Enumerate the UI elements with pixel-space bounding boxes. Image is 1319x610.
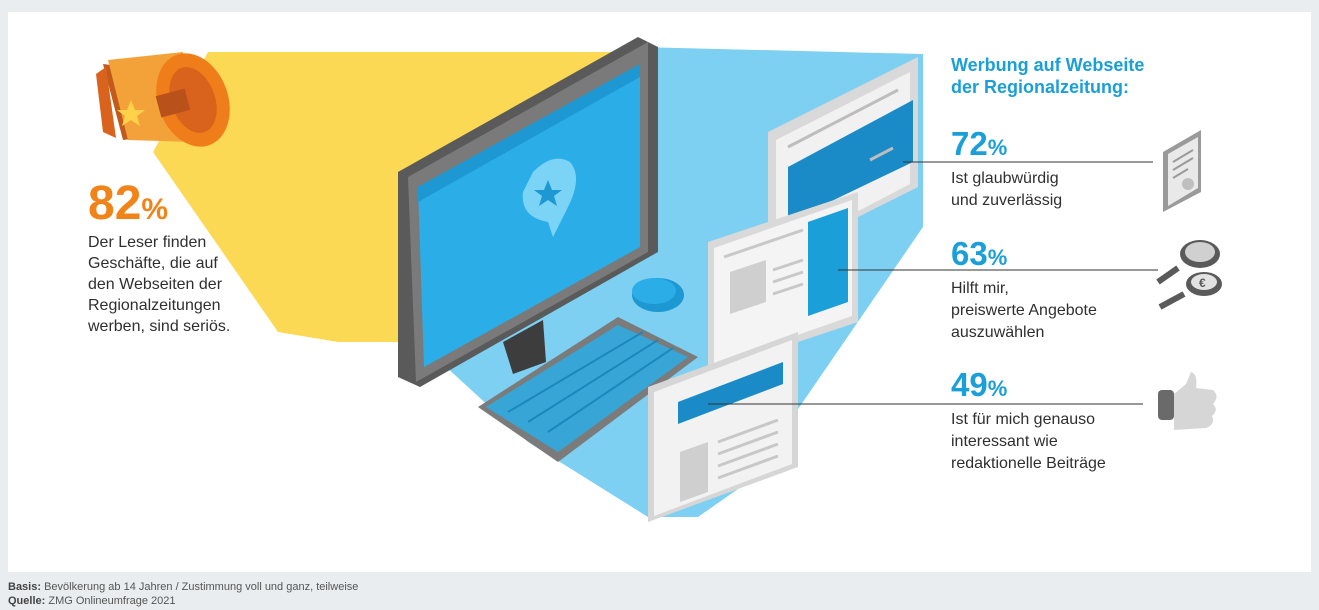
right-heading: Werbung auf Webseite der Regionalzeitung… xyxy=(951,54,1144,98)
right-heading-line-1: Werbung auf Webseite xyxy=(951,55,1145,75)
stat-description: Ist glaubwürdig und zuverlässig xyxy=(951,168,1062,212)
stat-percentage: 49% xyxy=(951,368,1007,401)
stat-description-line: preiswerte Angebote xyxy=(951,302,1097,319)
stat-percentage: 63% xyxy=(951,237,1007,270)
basis-label: Basis: xyxy=(8,581,42,593)
infographic-card: € 82% Der Leser finden Geschäfte, die au… xyxy=(8,12,1311,572)
left-description-line: werben, sind seriös. xyxy=(88,318,231,335)
footer-notes: Basis: Bevölkerung ab 14 Jahren / Zustim… xyxy=(8,580,358,608)
stat-description-line: Hilft mir, xyxy=(951,280,1009,297)
right-heading-line-2: der Regionalzeitung: xyxy=(951,77,1130,97)
stat-description-line: interessant wie xyxy=(951,433,1058,450)
thumbs-up-icon xyxy=(1158,372,1217,430)
stat-description-line: auszuwählen xyxy=(951,324,1045,341)
left-description-line: Regionalzeitungen xyxy=(88,297,221,314)
stat-percentage: 72% xyxy=(951,127,1007,160)
stat-unit: % xyxy=(987,245,1008,270)
stat-description: Ist für mich genauso interessant wie red… xyxy=(951,409,1106,475)
stat-description-line: redaktionelle Beiträge xyxy=(951,455,1106,472)
left-description: Der Leser finden Geschäfte, die auf den … xyxy=(88,232,230,337)
certificate-icon xyxy=(1163,130,1201,212)
left-description-line: Der Leser finden xyxy=(88,234,207,251)
left-description-line: den Webseiten der xyxy=(88,276,223,293)
left-percentage-unit: % xyxy=(141,193,169,226)
footer-basis: Basis: Bevölkerung ab 14 Jahren / Zustim… xyxy=(8,580,358,594)
basis-text: Bevölkerung ab 14 Jahren / Zustimmung vo… xyxy=(44,581,359,593)
footer-source: Quelle: ZMG Onlineumfrage 2021 xyxy=(8,594,358,608)
stat-description: Hilft mir, preiswerte Angebote auszuwähl… xyxy=(951,278,1097,344)
left-percentage-value: 82 xyxy=(88,177,142,230)
stat-value: 63 xyxy=(951,235,988,272)
stat-unit: % xyxy=(987,135,1008,160)
stat-description-line: und zuverlässig xyxy=(951,192,1063,209)
stat-value: 49 xyxy=(951,366,988,403)
stat-description-line: Ist für mich genauso xyxy=(951,411,1096,428)
stat-value: 72 xyxy=(951,125,988,162)
stat-unit: % xyxy=(987,376,1008,401)
mouse-icon xyxy=(632,278,684,312)
source-text: ZMG Onlineumfrage 2021 xyxy=(48,595,176,607)
left-description-line: Geschäfte, die auf xyxy=(88,255,218,272)
svg-text:€: € xyxy=(1199,276,1206,290)
magnifier-euro-icon: € xyxy=(1156,240,1222,310)
stat-description-line: Ist glaubwürdig xyxy=(951,170,1059,187)
left-percentage: 82% xyxy=(88,180,168,228)
source-label: Quelle: xyxy=(8,595,46,607)
